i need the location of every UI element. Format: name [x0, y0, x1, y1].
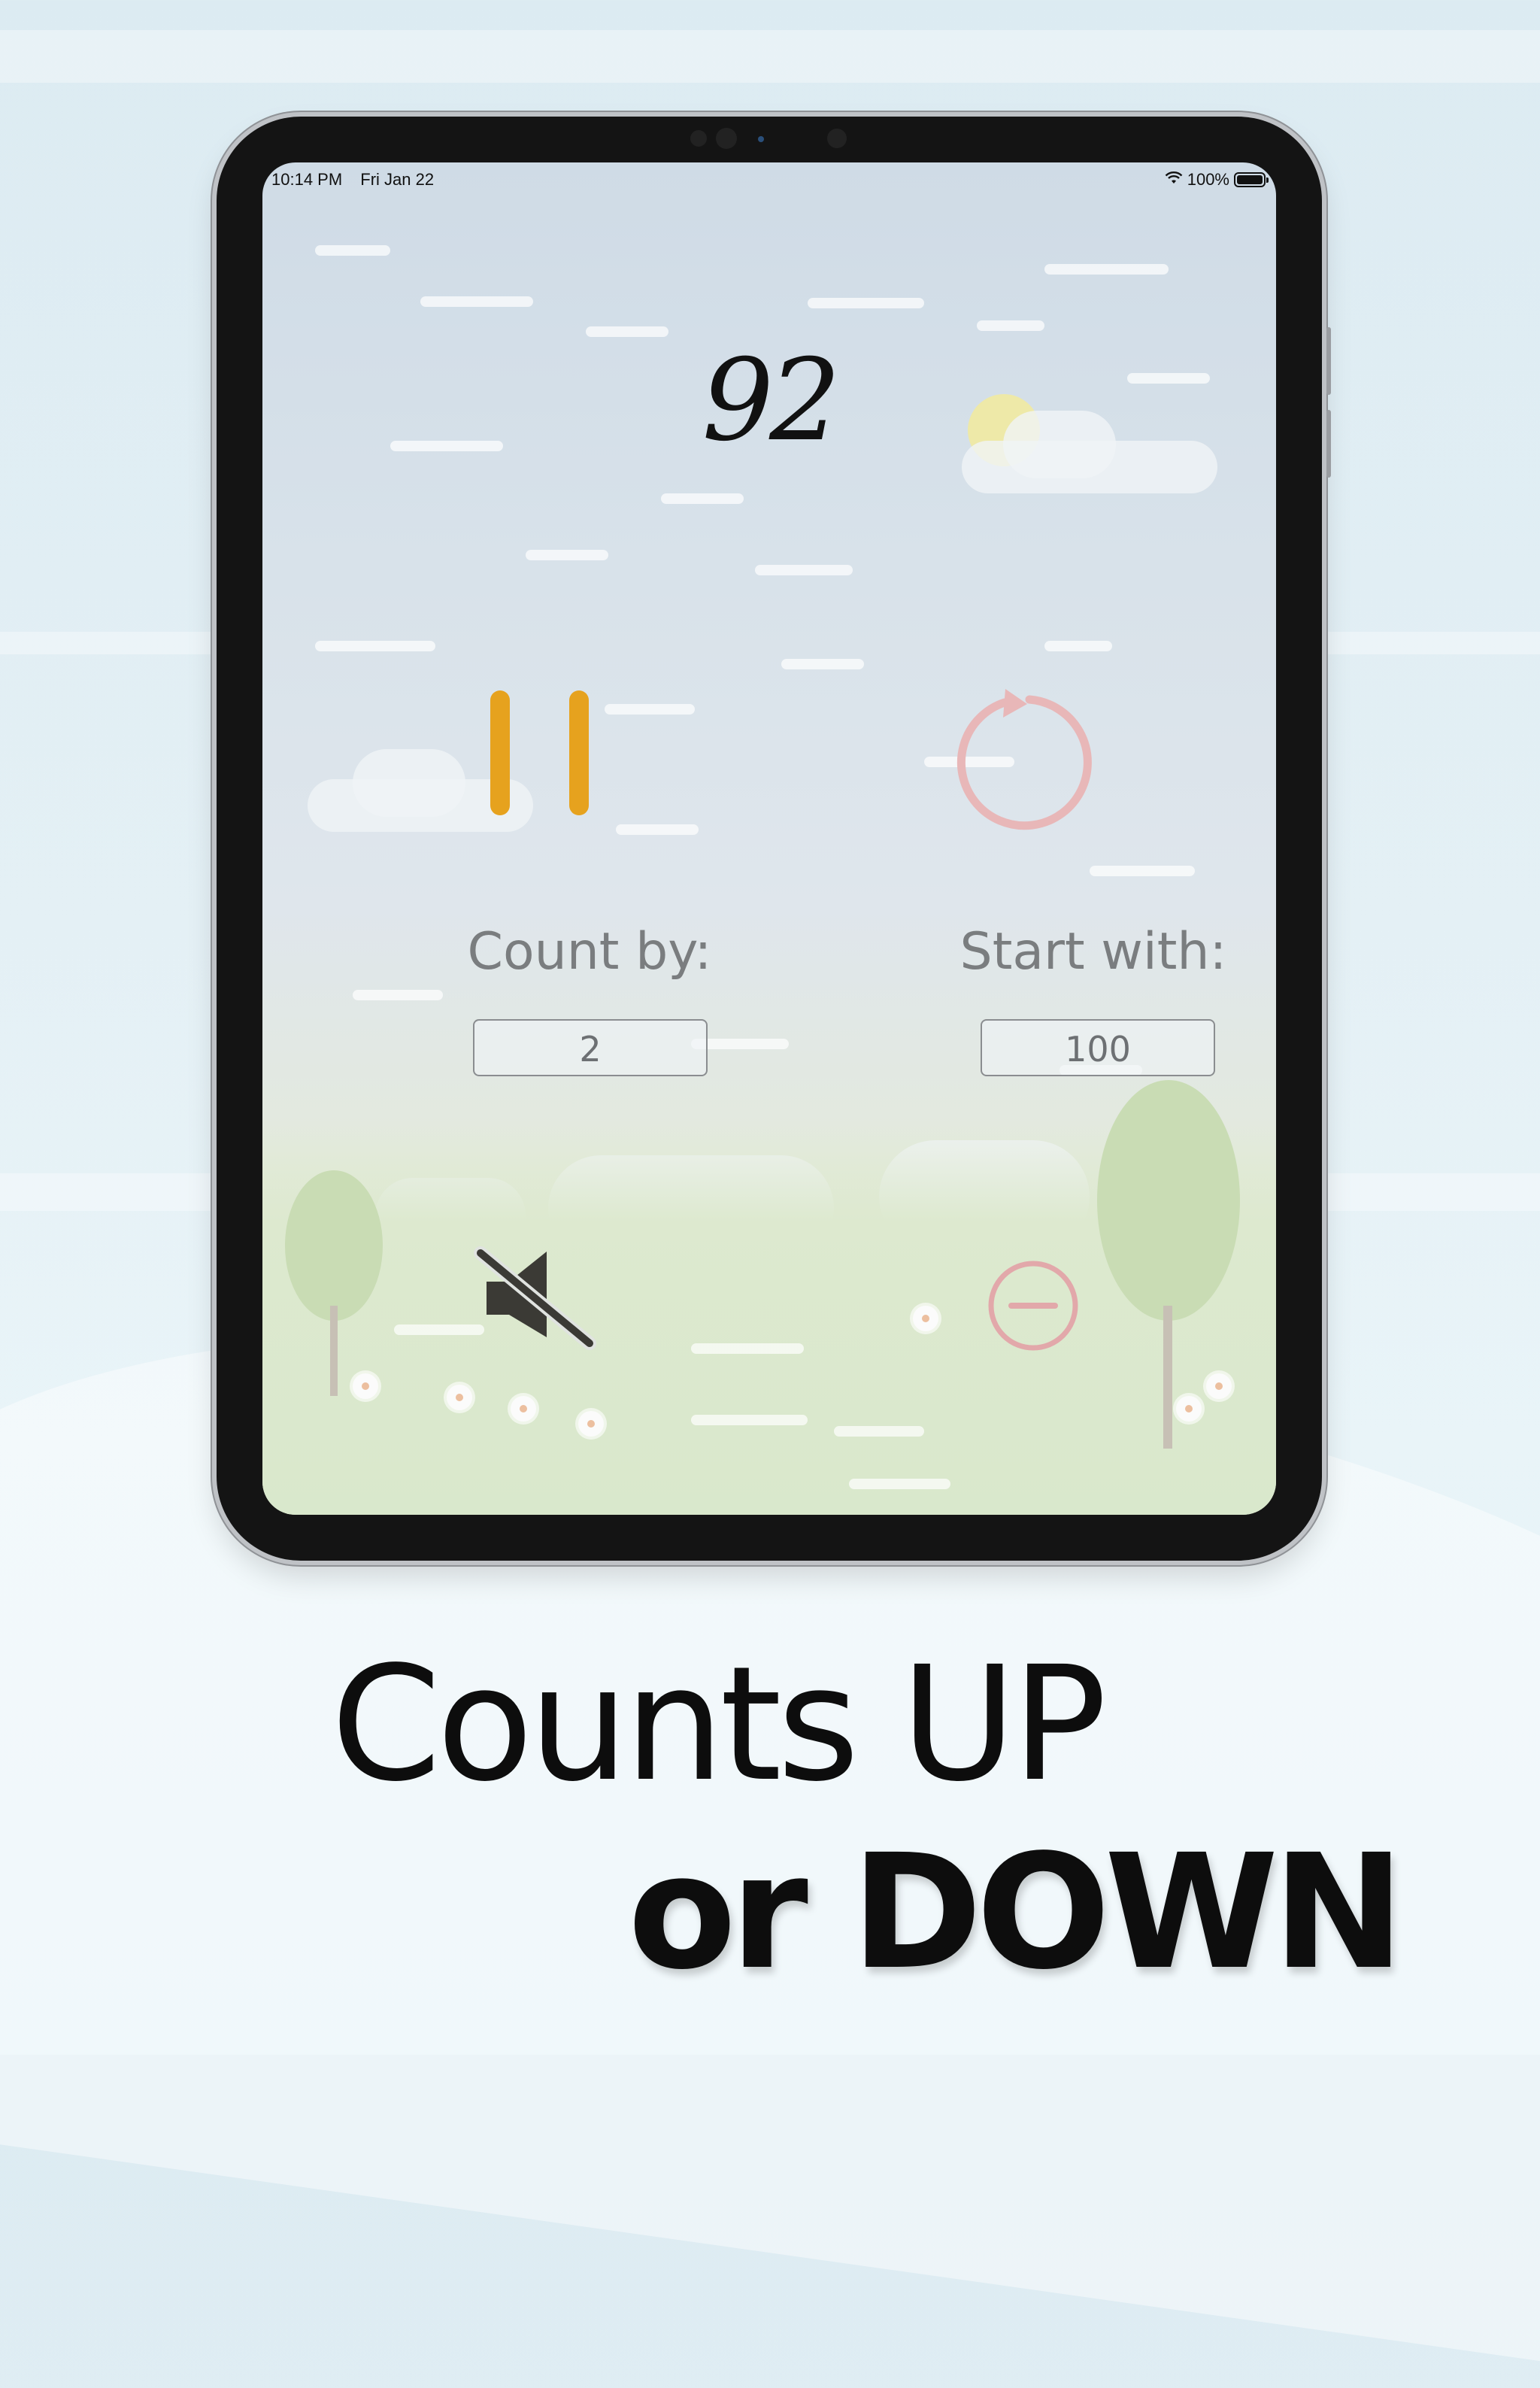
tree-trunk-decoration — [1163, 1306, 1172, 1449]
tree-trunk-decoration — [330, 1306, 338, 1396]
volume-button — [1326, 327, 1331, 395]
status-time: 10:14 PM — [271, 170, 343, 189]
start-with-label: Start with: — [959, 922, 1227, 982]
reset-icon — [956, 689, 1092, 830]
flower-decoration — [511, 1396, 536, 1422]
headline-line-1: Counts UP — [331, 1632, 1107, 1816]
dash-decoration — [849, 1479, 950, 1489]
dash-decoration — [834, 1426, 924, 1437]
sensor-dot — [690, 130, 707, 147]
tree-decoration — [1097, 1080, 1240, 1321]
flower-decoration — [913, 1306, 938, 1331]
cloud-decoration — [353, 749, 465, 817]
counter-value: 92 — [702, 335, 841, 466]
dash-decoration — [691, 1415, 808, 1425]
dash-decoration — [315, 641, 435, 651]
status-bar: 10:14 PM Fri Jan 22 100% — [262, 162, 1276, 193]
dash-decoration — [977, 320, 1044, 331]
flower-decoration — [1176, 1396, 1202, 1422]
speaker-muted-icon — [474, 1246, 596, 1350]
flower-decoration — [1206, 1373, 1232, 1399]
background-streak — [0, 30, 1540, 83]
app-screen: 10:14 PM Fri Jan 22 100% 92 Count by: St… — [262, 162, 1276, 1515]
tree-decoration — [285, 1170, 383, 1321]
dash-decoration — [1044, 641, 1112, 651]
flower-decoration — [447, 1385, 472, 1410]
dash-decoration — [315, 245, 390, 256]
reset-button[interactable] — [943, 681, 1093, 832]
flower-decoration — [353, 1373, 378, 1399]
status-date: Fri Jan 22 — [360, 170, 435, 189]
sensor-dot — [827, 129, 847, 148]
dash-decoration — [353, 990, 443, 1000]
device-edge — [1325, 128, 1329, 135]
pause-icon — [490, 690, 589, 815]
battery-percent: 100% — [1187, 170, 1229, 189]
mute-button[interactable] — [473, 1246, 601, 1351]
dash-decoration — [616, 824, 699, 835]
count-by-label: Count by: — [467, 922, 712, 982]
camera-lens — [716, 128, 737, 149]
flower-decoration — [578, 1411, 604, 1437]
wifi-icon — [1165, 170, 1183, 190]
dash-decoration — [781, 659, 864, 669]
dash-decoration — [526, 550, 608, 560]
volume-button — [1326, 410, 1331, 478]
battery-icon — [1234, 172, 1269, 187]
tablet-device-frame: 10:14 PM Fri Jan 22 100% 92 Count by: St… — [217, 117, 1331, 1561]
headline-line-2: or DOWN — [628, 1820, 1405, 2004]
dash-decoration — [808, 298, 924, 308]
start-with-field[interactable]: 100 — [981, 1019, 1215, 1076]
minus-circle-icon — [988, 1261, 1078, 1351]
dash-decoration — [755, 565, 853, 575]
dash-decoration — [691, 1343, 804, 1354]
dash-decoration — [1090, 866, 1195, 876]
count-direction-button[interactable] — [984, 1257, 1082, 1355]
dash-decoration — [420, 296, 533, 307]
count-by-field[interactable]: 2 — [473, 1019, 708, 1076]
dash-decoration — [394, 1324, 484, 1335]
pause-button[interactable] — [456, 689, 622, 817]
dash-decoration — [1044, 264, 1169, 275]
dash-decoration — [661, 493, 744, 504]
camera-indicator — [758, 136, 764, 142]
